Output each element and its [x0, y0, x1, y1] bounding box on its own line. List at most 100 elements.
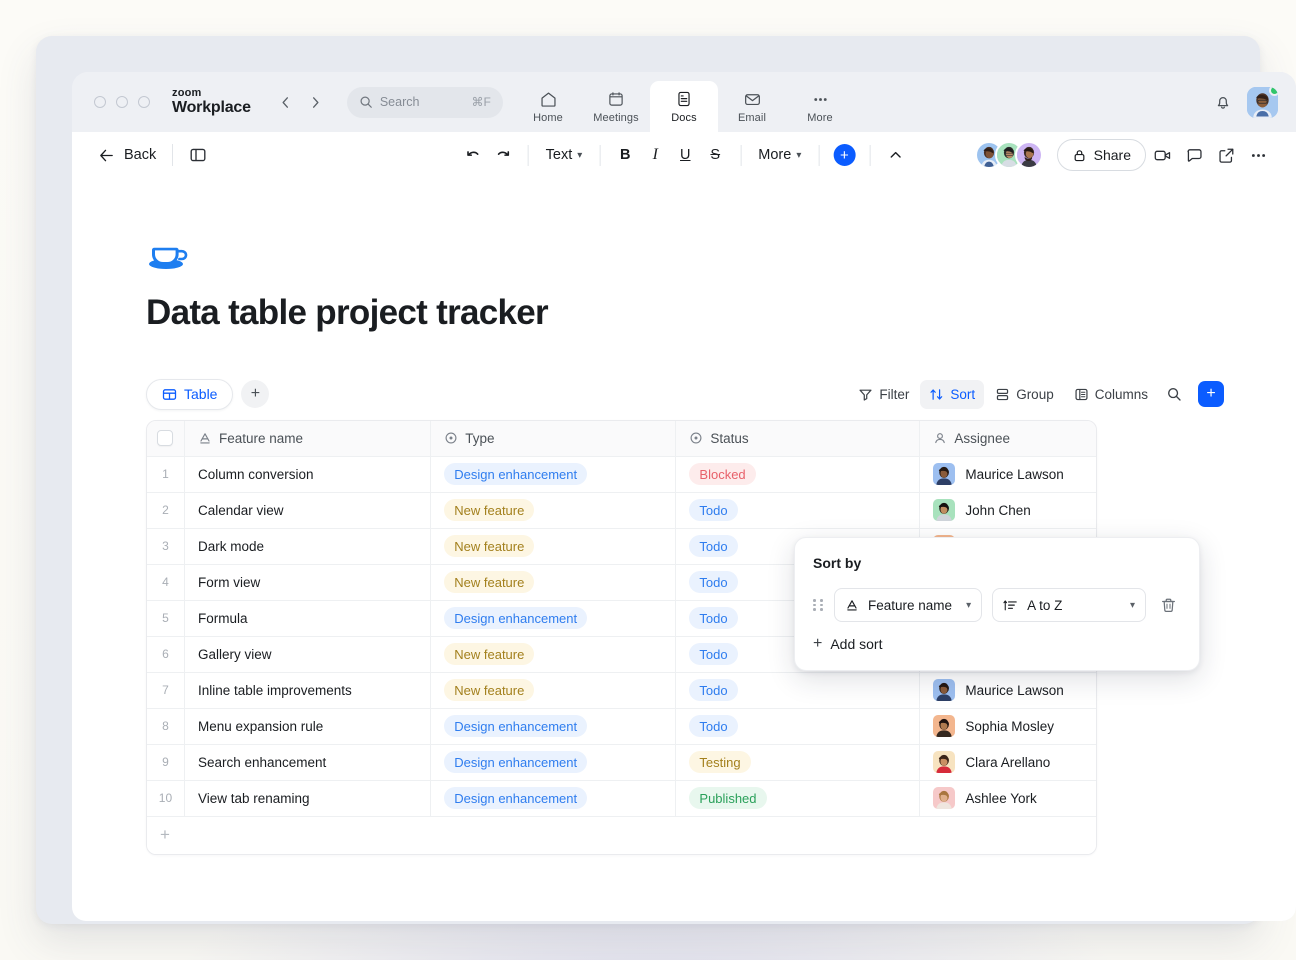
cell-status[interactable]: Todo — [676, 708, 920, 744]
tab-home[interactable]: Home — [514, 81, 582, 132]
document-overflow-menu-button[interactable] — [1242, 139, 1274, 171]
add-view-button[interactable]: + — [241, 380, 269, 408]
cell-type[interactable]: New feature — [431, 492, 676, 528]
select-all-cell[interactable] — [147, 421, 184, 456]
cell-feature-name[interactable]: Gallery view — [184, 636, 430, 672]
cell-feature-name[interactable]: Dark mode — [184, 528, 430, 564]
share-button[interactable]: Share — [1057, 139, 1146, 171]
sort-button[interactable]: Sort — [920, 380, 984, 409]
coffee-cup-icon[interactable] — [146, 233, 190, 277]
close-window-button[interactable] — [94, 96, 106, 108]
open-external-button[interactable] — [1210, 139, 1242, 171]
cell-status[interactable]: Published — [676, 780, 920, 816]
cell-type[interactable]: New feature — [431, 564, 676, 600]
table-search-button[interactable] — [1159, 380, 1188, 409]
italic-button[interactable]: I — [640, 140, 670, 170]
table-row[interactable]: 10View tab renamingDesign enhancementPub… — [147, 780, 1097, 816]
select-all-checkbox[interactable] — [157, 430, 173, 446]
cell-type[interactable]: New feature — [431, 528, 676, 564]
drag-dots-icon[interactable] — [813, 599, 823, 611]
column-header-type[interactable]: Type — [431, 421, 676, 456]
cell-feature-name[interactable]: Column conversion — [184, 456, 430, 492]
nav-forward-button[interactable] — [303, 89, 329, 115]
cell-type[interactable]: Design enhancement — [431, 708, 676, 744]
cell-status[interactable]: Testing — [676, 744, 920, 780]
tab-email[interactable]: Email — [718, 81, 786, 132]
undo-button[interactable] — [458, 140, 488, 170]
cell-type[interactable]: Design enhancement — [431, 456, 676, 492]
sort-field-select[interactable]: Feature name ▾ — [834, 588, 982, 622]
tab-docs[interactable]: Docs — [650, 81, 718, 132]
cell-status[interactable]: Blocked — [676, 456, 920, 492]
underline-button[interactable]: U — [670, 140, 700, 170]
cell-status[interactable]: Todo — [676, 492, 920, 528]
insert-block-button[interactable]: + — [829, 140, 859, 170]
cell-assignee[interactable]: Maurice Lawson — [920, 456, 1097, 492]
view-tab-table[interactable]: Table — [146, 379, 233, 410]
bold-label: B — [620, 147, 630, 163]
user-avatar[interactable] — [1247, 87, 1278, 118]
column-header-feature-name[interactable]: Feature name — [184, 421, 430, 456]
cell-feature-name[interactable]: Formula — [184, 600, 430, 636]
column-header-assignee[interactable]: Assignee — [920, 421, 1097, 456]
collaborator-avatar[interactable] — [1015, 141, 1043, 169]
toolbar-divider — [528, 145, 529, 166]
cell-feature-name[interactable]: Inline table improvements — [184, 672, 430, 708]
type-tag: New feature — [444, 571, 534, 593]
add-sort-button[interactable]: + Add sort — [813, 636, 1181, 652]
cell-assignee[interactable]: Clara Arellano — [920, 744, 1097, 780]
table-row[interactable]: 8Menu expansion ruleDesign enhancementTo… — [147, 708, 1097, 744]
strikethrough-button[interactable]: S — [700, 140, 730, 170]
table-row[interactable]: 1Column conversionDesign enhancementBloc… — [147, 456, 1097, 492]
cell-type[interactable]: Design enhancement — [431, 780, 676, 816]
add-row-button[interactable]: + — [147, 817, 1096, 854]
tab-meetings[interactable]: Meetings — [582, 81, 650, 132]
delete-sort-rule-button[interactable] — [1156, 592, 1181, 618]
columns-button[interactable]: Columns — [1065, 380, 1157, 409]
maximize-window-button[interactable] — [138, 96, 150, 108]
sort-ascending-icon — [1003, 598, 1018, 613]
window-controls[interactable] — [94, 96, 150, 108]
minimize-window-button[interactable] — [116, 96, 128, 108]
table-row[interactable]: 7Inline table improvementsNew featureTod… — [147, 672, 1097, 708]
table-row[interactable]: 9Search enhancementDesign enhancementTes… — [147, 744, 1097, 780]
cell-type[interactable]: New feature — [431, 636, 676, 672]
cell-type[interactable]: Design enhancement — [431, 744, 676, 780]
collapse-toolbar-button[interactable] — [880, 140, 910, 170]
back-button[interactable]: Back — [98, 147, 156, 164]
notifications-button[interactable] — [1213, 92, 1233, 112]
sidebar-panel-toggle-button[interactable] — [189, 146, 207, 164]
group-button[interactable]: Group — [986, 380, 1063, 409]
table-row[interactable]: 2Calendar viewNew featureTodoJohn ChenP0 — [147, 492, 1097, 528]
cell-feature-name[interactable]: View tab renaming — [184, 780, 430, 816]
column-header-status[interactable]: Status — [676, 421, 920, 456]
cell-feature-name[interactable]: Menu expansion rule — [184, 708, 430, 744]
tab-more[interactable]: More — [786, 81, 854, 132]
cell-feature-name[interactable]: Form view — [184, 564, 430, 600]
back-button-label: Back — [124, 147, 156, 163]
redo-button[interactable] — [488, 140, 518, 170]
cell-assignee[interactable]: Ashlee York — [920, 780, 1097, 816]
cell-feature-name[interactable]: Search enhancement — [184, 744, 430, 780]
type-tag: Design enhancement — [444, 715, 587, 737]
global-search-field[interactable]: Search ⌘F — [347, 87, 503, 118]
bold-button[interactable]: B — [610, 140, 640, 170]
add-record-button[interactable]: + — [1198, 381, 1224, 407]
cell-assignee[interactable]: Sophia Mosley — [920, 708, 1097, 744]
comments-button[interactable] — [1178, 139, 1210, 171]
cell-status[interactable]: Todo — [676, 672, 920, 708]
sort-order-select[interactable]: A to Z ▾ — [992, 588, 1146, 622]
cell-feature-name[interactable]: Calendar view — [184, 492, 430, 528]
nav-back-button[interactable] — [273, 89, 299, 115]
collaborator-avatars[interactable] — [975, 141, 1043, 169]
text-style-dropdown[interactable]: Text ▾ — [539, 140, 590, 170]
table-header-row: Feature name — [147, 421, 1097, 456]
cell-assignee[interactable]: Maurice Lawson — [920, 672, 1097, 708]
cell-type[interactable]: New feature — [431, 672, 676, 708]
cell-type[interactable]: Design enhancement — [431, 600, 676, 636]
type-tag: Design enhancement — [444, 607, 587, 629]
filter-button[interactable]: Filter — [849, 380, 918, 409]
start-video-button[interactable] — [1146, 139, 1178, 171]
more-formatting-dropdown[interactable]: More ▾ — [751, 140, 808, 170]
cell-assignee[interactable]: John Chen — [920, 492, 1097, 528]
